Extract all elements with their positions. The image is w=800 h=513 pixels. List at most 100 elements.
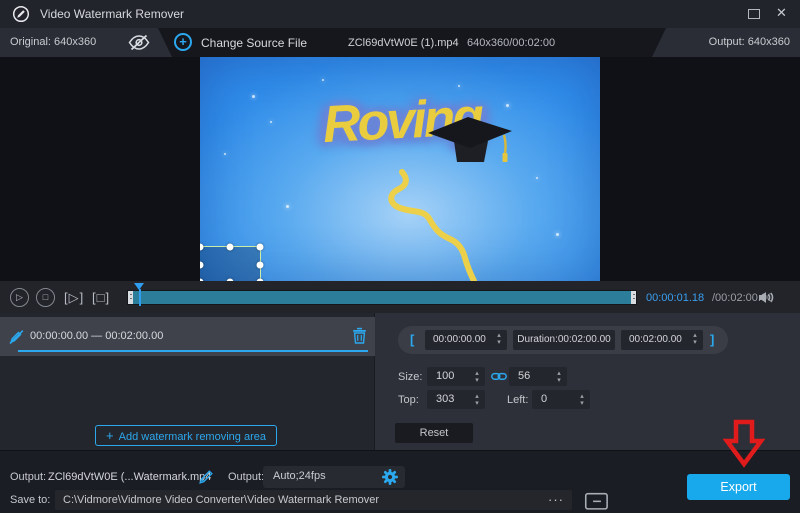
sparkle: [252, 95, 255, 98]
stepper-up-icon[interactable]: ▴: [494, 332, 504, 339]
save-to-label: Save to:: [10, 494, 50, 506]
open-folder-icon[interactable]: [584, 492, 610, 510]
watermark-selection-box[interactable]: [200, 246, 261, 281]
export-button[interactable]: Export: [687, 474, 790, 500]
sparkle: [322, 79, 324, 81]
size-width-stepper[interactable]: ▴ ▾: [472, 370, 482, 384]
size-width-value: 100: [436, 370, 454, 382]
watermark-area-list: 00:00:00.00 — 00:02:00.00 + Add watermark…: [0, 313, 375, 450]
maximize-button[interactable]: [748, 9, 760, 19]
stepper-down-icon[interactable]: ▾: [494, 339, 504, 346]
area-duration-slider[interactable]: [18, 350, 368, 352]
preview-toggle-eye-icon[interactable]: [128, 35, 150, 50]
plus-circle-icon[interactable]: +: [174, 33, 192, 51]
output-format-select[interactable]: Auto;24fps: [263, 466, 405, 488]
current-time: 00:00:01.18: [646, 292, 704, 304]
stepper-down-icon[interactable]: ▾: [690, 339, 700, 346]
volume-icon[interactable]: [758, 291, 775, 304]
frame-stop-button[interactable]: [□]: [92, 290, 110, 305]
end-time-field[interactable]: 00:02:00.00 ▴ ▾: [621, 330, 703, 350]
selection-handle[interactable]: [257, 261, 264, 268]
close-button[interactable]: ✕: [776, 5, 787, 21]
watermark-area-item[interactable]: 00:00:00.00 — 00:02:00.00: [0, 317, 375, 356]
trim-handle-left[interactable]: [128, 291, 133, 304]
source-filename: ZCl69dVtW0E (1).mp4: [348, 37, 459, 49]
stepper-down-icon[interactable]: ▾: [577, 400, 587, 407]
left-position-value: 0: [541, 393, 547, 405]
set-end-bracket-button[interactable]: ]: [710, 332, 714, 347]
save-path-value: C:\Vidmore\Vidmore Video Converter\Video…: [63, 494, 379, 506]
size-height-field[interactable]: 56 ▴ ▾: [509, 367, 567, 386]
frame-play-button[interactable]: [▷]: [64, 290, 84, 306]
stepper-up-icon[interactable]: ▴: [690, 332, 700, 339]
start-time-field[interactable]: 00:00:00.00 ▴ ▾: [425, 330, 507, 350]
set-start-bracket-button[interactable]: [: [410, 332, 414, 347]
size-height-stepper[interactable]: ▴ ▾: [554, 370, 564, 384]
size-height-value: 56: [518, 370, 530, 382]
transport-bar: ▷ □ [▷] [□] 00:00:01.18 /00:02:00.00: [0, 281, 800, 313]
left-position-field[interactable]: 0 ▴ ▾: [532, 390, 590, 409]
duration-field: Duration:00:02:00.00: [513, 330, 615, 350]
stepper-up-icon[interactable]: ▴: [472, 370, 482, 377]
output-tab: Output: 640x360: [652, 28, 800, 57]
delete-area-icon[interactable]: [352, 327, 367, 344]
size-label: Size:: [398, 371, 422, 383]
end-time-stepper[interactable]: ▴ ▾: [690, 332, 700, 346]
link-dimensions-icon[interactable]: [491, 371, 507, 382]
source-resolution-duration: 640x360/00:02:00: [467, 37, 555, 49]
save-path-field[interactable]: C:\Vidmore\Vidmore Video Converter\Video…: [55, 490, 572, 510]
size-width-field[interactable]: 100 ▴ ▾: [427, 367, 485, 386]
sparkle: [224, 153, 226, 155]
start-time-value: 00:00:00.00: [433, 334, 486, 345]
left-position-stepper[interactable]: ▴ ▾: [577, 393, 587, 407]
area-time-range: 00:00:00.00 — 00:02:00.00: [30, 330, 163, 342]
stepper-up-icon[interactable]: ▴: [554, 370, 564, 377]
top-position-value: 303: [436, 393, 454, 405]
browse-button[interactable]: ···: [548, 492, 564, 507]
top-position-stepper[interactable]: ▴ ▾: [472, 393, 482, 407]
stepper-down-icon[interactable]: ▾: [554, 377, 564, 384]
watermark-pen-icon: [8, 328, 25, 345]
bottom-bar: Output: ZCl69dVtW0E (...Watermark.mp4 Ou…: [0, 450, 800, 513]
graduation-cap-graphic: [426, 115, 516, 170]
top-label: Top:: [398, 394, 419, 406]
start-time-stepper[interactable]: ▴ ▾: [494, 332, 504, 346]
trim-handle-right[interactable]: [631, 291, 636, 304]
selection-handle[interactable]: [200, 244, 204, 251]
output-filename: ZCl69dVtW0E (...Watermark.mp4: [48, 471, 211, 483]
top-position-field[interactable]: 303 ▴ ▾: [427, 390, 485, 409]
stepper-down-icon[interactable]: ▾: [472, 377, 482, 384]
output-format-value: Auto;24fps: [273, 470, 326, 482]
left-label: Left:: [507, 394, 528, 406]
add-watermark-area-button[interactable]: + Add watermark removing area: [95, 425, 277, 446]
format-settings-gear-icon[interactable]: [382, 469, 398, 485]
annotation-arrow: [722, 419, 766, 469]
output-resolution-label: Output: 640x360: [709, 36, 790, 48]
playhead-line: [139, 289, 141, 306]
selection-handle[interactable]: [200, 261, 204, 268]
selection-handle[interactable]: [257, 244, 264, 251]
video-preview: Roving: [200, 57, 600, 281]
output-file-label: Output:: [10, 471, 46, 483]
title-bar: Video Watermark Remover ✕: [0, 0, 800, 28]
stop-button[interactable]: □: [36, 288, 55, 307]
change-source-file-button[interactable]: Change Source File: [201, 36, 307, 50]
play-button[interactable]: ▷: [10, 288, 29, 307]
original-resolution-label: Original: 640x360: [10, 36, 96, 48]
add-area-label: Add watermark removing area: [119, 431, 266, 443]
top-toolbar: Original: 640x360 + Change Source File Z…: [0, 28, 800, 57]
timeline-track[interactable]: [127, 290, 637, 305]
sparkle: [536, 177, 538, 179]
stepper-down-icon[interactable]: ▾: [472, 400, 482, 407]
rename-pencil-icon[interactable]: [199, 469, 214, 484]
output-format-label: Output:: [228, 471, 264, 483]
plus-icon: +: [106, 428, 114, 443]
tassel-squiggle-graphic: [360, 165, 500, 281]
stepper-up-icon[interactable]: ▴: [472, 393, 482, 400]
selection-handle[interactable]: [227, 244, 234, 251]
end-time-value: 00:02:00.00: [629, 334, 682, 345]
app-logo-icon: [12, 5, 30, 23]
reset-button[interactable]: Reset: [395, 423, 473, 443]
stepper-up-icon[interactable]: ▴: [577, 393, 587, 400]
sparkle: [556, 233, 559, 236]
